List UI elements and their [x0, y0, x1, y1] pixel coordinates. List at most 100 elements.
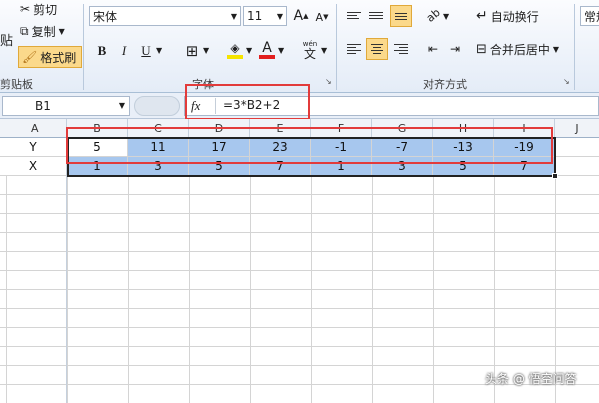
merge-center-label: 合并后居中: [489, 42, 550, 57]
cell-e2[interactable]: 7: [250, 157, 311, 176]
row-label-x[interactable]: X: [0, 157, 67, 176]
fill-color-swatch: [227, 55, 243, 59]
column-header-c[interactable]: C: [128, 119, 189, 138]
copy-label: 复制: [31, 24, 56, 39]
chevron-down-icon[interactable]: ▼: [278, 46, 284, 55]
chevron-down-icon[interactable]: ▼: [203, 46, 209, 55]
cell-g1[interactable]: -7: [372, 138, 433, 157]
grow-font-icon: A: [293, 8, 304, 24]
fill-bucket-icon: ◈: [230, 41, 240, 55]
column-header-f[interactable]: F: [311, 119, 372, 138]
format-painter-label: 格式刷: [40, 50, 77, 65]
borders-button[interactable]: ⊞: [183, 42, 201, 60]
chevron-down-icon[interactable]: ▼: [443, 12, 449, 21]
shrink-font-button[interactable]: A ▼: [313, 8, 331, 26]
wrap-text-icon: ↵: [476, 8, 488, 24]
formula-bar-splitter[interactable]: [134, 96, 180, 116]
cell-c2[interactable]: 3: [128, 157, 189, 176]
align-right-icon[interactable]: [394, 42, 408, 56]
group-divider: [83, 4, 84, 90]
column-header-e[interactable]: E: [250, 119, 311, 138]
dialog-launcher-icon[interactable]: ↘: [325, 77, 332, 86]
column-header-a[interactable]: A: [31, 122, 39, 135]
decrease-indent-icon[interactable]: ⇤: [425, 40, 441, 58]
font-size-select[interactable]: 11 ▼: [243, 6, 287, 26]
fill-color-button[interactable]: ◈: [226, 40, 244, 60]
align-bottom-icon[interactable]: [390, 5, 412, 27]
grow-font-button[interactable]: A ▲: [292, 6, 310, 26]
column-header-b[interactable]: B: [67, 119, 128, 138]
cell-h1[interactable]: -13: [433, 138, 494, 157]
align-center-icon[interactable]: [366, 38, 388, 60]
column-header-i[interactable]: I: [494, 119, 555, 138]
column-headers: B C D E F G H I J A: [0, 119, 599, 138]
cell-f1[interactable]: -1: [311, 138, 372, 157]
cell-i2[interactable]: 7: [494, 157, 555, 176]
watermark: 头条 @ 悟空问答: [485, 372, 577, 386]
copy-button[interactable]: ⧉ 复制 ▼: [20, 22, 65, 40]
chevron-down-icon[interactable]: ▼: [156, 46, 162, 55]
column-header-d[interactable]: D: [189, 119, 250, 138]
cell-e1[interactable]: 23: [250, 138, 311, 157]
name-box[interactable]: B1 ▼: [2, 96, 130, 116]
chevron-down-icon[interactable]: ▼: [321, 46, 327, 55]
cell-d2[interactable]: 5: [189, 157, 250, 176]
number-format-select[interactable]: 常规: [580, 6, 599, 26]
underline-button[interactable]: U: [138, 42, 154, 60]
orientation-icon[interactable]: ab: [421, 3, 445, 27]
formula-bar: B1 ▼ fx =3*B2+2: [0, 93, 599, 119]
number-format-value: 常规: [584, 9, 599, 24]
border-grid-icon: ⊞: [185, 42, 199, 60]
align-middle-icon[interactable]: [369, 8, 383, 22]
column-header-g[interactable]: G: [372, 119, 433, 138]
formula-input[interactable]: fx =3*B2+2: [184, 96, 599, 116]
cell-h2[interactable]: 5: [433, 157, 494, 176]
cell-b1[interactable]: 5: [67, 138, 128, 157]
cell-f2[interactable]: 1: [311, 157, 372, 176]
fill-handle[interactable]: [552, 173, 558, 179]
worksheet-grid[interactable]: [0, 138, 599, 403]
column-header-h[interactable]: H: [433, 119, 494, 138]
align-left-icon[interactable]: [347, 42, 361, 56]
font-size-value: 11: [247, 9, 263, 23]
format-painter-button[interactable]: 🖌 格式刷: [18, 46, 82, 68]
dialog-launcher-icon[interactable]: ↘: [563, 77, 570, 86]
font-family-select[interactable]: 宋体 ▼: [89, 6, 241, 26]
shrink-font-icon: A: [315, 10, 324, 24]
paste-label[interactable]: 贴: [0, 30, 13, 49]
function-icon[interactable]: fx: [191, 98, 200, 114]
cell-b2[interactable]: 1: [67, 157, 128, 176]
italic-button[interactable]: I: [116, 42, 132, 60]
column-header-j[interactable]: J: [555, 119, 599, 138]
phonetic-guide-button[interactable]: wén 文: [299, 38, 321, 62]
merge-center-button[interactable]: ⊟ 合并后居中 ▼: [476, 39, 559, 59]
copy-icon: ⧉: [20, 23, 29, 38]
scissors-icon: ✂: [20, 2, 31, 16]
chevron-down-icon: ▼: [58, 26, 65, 36]
font-group-label: 字体: [192, 78, 214, 91]
cell-c1[interactable]: 11: [128, 138, 189, 157]
formula-text: =3*B2+2: [223, 98, 281, 112]
align-top-icon[interactable]: [347, 8, 361, 22]
cell-d1[interactable]: 17: [189, 138, 250, 157]
bold-button[interactable]: B: [94, 42, 110, 60]
font-color-button[interactable]: A: [258, 40, 276, 60]
cut-button[interactable]: ✂ 剪切: [20, 0, 57, 18]
clipboard-group-label: 剪贴板: [0, 78, 33, 91]
ribbon: 贴 ✂ 剪切 ⧉ 复制 ▼ 🖌 格式刷 剪贴板 宋体 ▼ 11 ▼ A ▲ A ▼ …: [0, 0, 599, 93]
chevron-down-icon: ▼: [552, 44, 560, 54]
wrap-text-label: 自动换行: [490, 9, 539, 24]
increase-indent-icon[interactable]: ⇥: [447, 40, 463, 58]
row-label-y[interactable]: Y: [0, 138, 67, 157]
font-color-swatch: [259, 55, 275, 59]
cell-g2[interactable]: 3: [372, 157, 433, 176]
row-header-border: [66, 138, 67, 403]
cell-i1[interactable]: -19: [494, 138, 555, 157]
chevron-down-icon: ▼: [276, 11, 283, 21]
cut-label: 剪切: [33, 2, 58, 17]
group-divider: [574, 4, 575, 90]
wrap-text-button[interactable]: ↵ 自动换行: [476, 6, 539, 26]
chevron-down-icon[interactable]: ▼: [246, 46, 252, 55]
fx-divider: [215, 98, 216, 114]
chevron-down-icon: ▼: [118, 101, 125, 110]
